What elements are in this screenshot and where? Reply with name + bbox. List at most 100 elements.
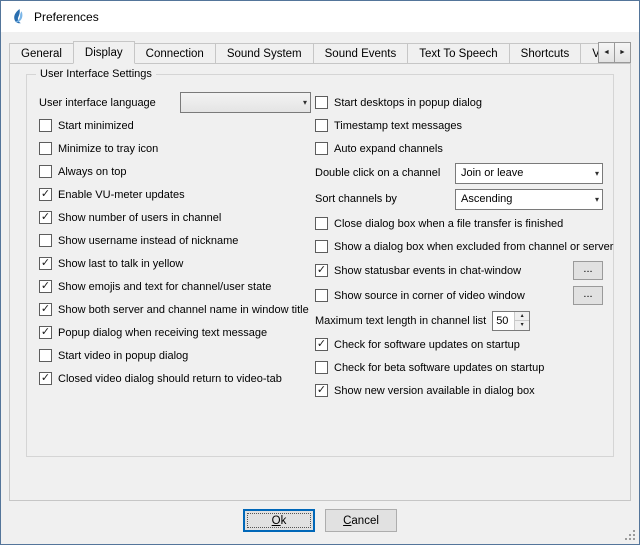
checkbox-row[interactable]: Auto expand channels: [315, 137, 603, 160]
checkbox-label[interactable]: Timestamp text messages: [334, 120, 462, 132]
chevron-down-icon: ▾: [297, 98, 307, 107]
checkbox-check-for-beta-updates[interactable]: [315, 361, 328, 374]
tab-connection[interactable]: Connection: [134, 43, 216, 63]
left-arrow-icon: ◄: [603, 49, 610, 56]
checkbox-show-source-in-corner-of-video-window[interactable]: [315, 289, 328, 302]
checkbox-row[interactable]: ✓ Check for software updates on startup: [315, 333, 603, 356]
max-text-length-label: Maximum text length in channel list: [315, 315, 486, 327]
max-text-length-row: Maximum text length in channel list 50 ▴…: [315, 308, 603, 333]
checkbox-minimize-to-tray-icon[interactable]: [39, 142, 52, 155]
checkbox-row[interactable]: Show source in corner of video window: [315, 289, 525, 302]
checkbox-row[interactable]: Start minimized: [39, 114, 311, 137]
checkbox-start-minimized[interactable]: [39, 119, 52, 132]
spinbox-value[interactable]: 50: [493, 312, 514, 330]
checkbox-row[interactable]: ✓ Show both server and channel name in w…: [39, 298, 311, 321]
checkbox-row[interactable]: Close dialog box when a file transfer is…: [315, 212, 603, 235]
video-source-more-button[interactable]: ...: [573, 286, 603, 305]
tab-scroll-right-button[interactable]: ►: [614, 42, 631, 63]
titlebar[interactable]: Preferences: [1, 1, 639, 32]
checkbox-show-statusbar-events-in-chat-window[interactable]: ✓: [315, 264, 328, 277]
tab-general[interactable]: General: [9, 43, 74, 63]
right-column: Start desktops in popup dialog Timestamp…: [315, 91, 603, 402]
checkbox-label[interactable]: Show number of users in channel: [58, 212, 221, 224]
checkbox-show-dialog-when-excluded[interactable]: [315, 240, 328, 253]
checkbox-row[interactable]: ✓ Show last to talk in yellow: [39, 252, 311, 275]
checkbox-show-emojis-and-text-for-state[interactable]: ✓: [39, 280, 52, 293]
tab-display[interactable]: Display: [73, 41, 135, 64]
checkbox-start-desktops-in-popup-dialog[interactable]: [315, 96, 328, 109]
checkbox-label[interactable]: Show last to talk in yellow: [58, 258, 183, 270]
checkbox-check-for-software-updates[interactable]: ✓: [315, 338, 328, 351]
tab-scroll-left-button[interactable]: ◄: [598, 42, 615, 63]
checkbox-label[interactable]: Show a dialog box when excluded from cha…: [334, 241, 613, 253]
checkbox-label[interactable]: Minimize to tray icon: [58, 143, 158, 155]
double-click-combobox[interactable]: Join or leave ▾: [455, 163, 603, 184]
tab-text-to-speech[interactable]: Text To Speech: [407, 43, 509, 63]
tab-bar: General Display Connection Sound System …: [9, 41, 631, 64]
tab-sound-system[interactable]: Sound System: [215, 43, 314, 63]
checkbox-row[interactable]: ✓ Show number of users in channel: [39, 206, 311, 229]
language-combobox[interactable]: ▾: [180, 92, 311, 113]
checkbox-show-number-of-users-in-channel[interactable]: ✓: [39, 211, 52, 224]
tab-sound-events[interactable]: Sound Events: [313, 43, 409, 63]
checkbox-label[interactable]: Start desktops in popup dialog: [334, 97, 482, 109]
checkbox-show-server-and-channel-in-title[interactable]: ✓: [39, 303, 52, 316]
checkbox-label[interactable]: Auto expand channels: [334, 143, 443, 155]
checkbox-row[interactable]: Timestamp text messages: [315, 114, 603, 137]
chevron-down-icon: ▾: [589, 169, 599, 178]
preferences-dialog: Preferences General Display Connection S…: [0, 0, 640, 545]
checkbox-show-last-to-talk-in-yellow[interactable]: ✓: [39, 257, 52, 270]
checkbox-label[interactable]: Start minimized: [58, 120, 134, 132]
checkbox-start-video-in-popup-dialog[interactable]: [39, 349, 52, 362]
checkbox-label[interactable]: Popup dialog when receiving text message: [58, 327, 267, 339]
checkbox-label[interactable]: Enable VU-meter updates: [58, 189, 185, 201]
spin-up-button[interactable]: ▴: [515, 312, 529, 321]
checkbox-auto-expand-channels[interactable]: [315, 142, 328, 155]
checkbox-row[interactable]: ✓ Show statusbar events in chat-window: [315, 264, 521, 277]
checkbox-label[interactable]: Check for beta software updates on start…: [334, 362, 544, 374]
checkbox-row[interactable]: Always on top: [39, 160, 311, 183]
checkbox-show-username-instead-of-nickname[interactable]: [39, 234, 52, 247]
ok-button[interactable]: Ok: [243, 509, 315, 532]
checkbox-always-on-top[interactable]: [39, 165, 52, 178]
checkbox-row[interactable]: Show a dialog box when excluded from cha…: [315, 235, 603, 258]
checkbox-enable-vu-meter-updates[interactable]: ✓: [39, 188, 52, 201]
max-text-length-spinbox[interactable]: 50 ▴ ▾: [492, 311, 530, 331]
resize-grip[interactable]: [624, 529, 636, 541]
checkbox-closed-video-return-to-video-tab[interactable]: ✓: [39, 372, 52, 385]
checkbox-label[interactable]: Always on top: [58, 166, 126, 178]
checkbox-label[interactable]: Show emojis and text for channel/user st…: [58, 281, 271, 293]
checkbox-row[interactable]: ✓ Popup dialog when receiving text messa…: [39, 321, 311, 344]
spinbox-buttons: ▴ ▾: [514, 312, 529, 330]
checkbox-timestamp-text-messages[interactable]: [315, 119, 328, 132]
tab-shortcuts[interactable]: Shortcuts: [509, 43, 582, 63]
cancel-button[interactable]: Cancel: [325, 509, 397, 532]
checkbox-row[interactable]: Start desktops in popup dialog: [315, 91, 603, 114]
checkbox-label[interactable]: Closed video dialog should return to vid…: [58, 373, 282, 385]
spin-down-button[interactable]: ▾: [515, 320, 529, 330]
group-title: User Interface Settings: [36, 68, 156, 80]
checkbox-label[interactable]: Check for software updates on startup: [334, 339, 520, 351]
checkbox-row[interactable]: Check for beta software updates on start…: [315, 356, 603, 379]
checkbox-label[interactable]: Show statusbar events in chat-window: [334, 265, 521, 277]
checkbox-close-dialog-when-file-transfer-finished[interactable]: [315, 217, 328, 230]
checkbox-show-new-version-in-dialog-box[interactable]: ✓: [315, 384, 328, 397]
checkbox-row[interactable]: ✓ Closed video dialog should return to v…: [39, 367, 311, 390]
double-click-label: Double click on a channel: [315, 167, 440, 179]
checkbox-label[interactable]: Show both server and channel name in win…: [58, 304, 309, 316]
checkbox-row[interactable]: ✓ Show emojis and text for channel/user …: [39, 275, 311, 298]
checkbox-popup-dialog-on-text-message[interactable]: ✓: [39, 326, 52, 339]
checkbox-row[interactable]: Show username instead of nickname: [39, 229, 311, 252]
checkbox-row[interactable]: Start video in popup dialog: [39, 344, 311, 367]
checkbox-label[interactable]: Close dialog box when a file transfer is…: [334, 218, 563, 230]
sort-channels-combobox[interactable]: Ascending ▾: [455, 189, 603, 210]
checkbox-label[interactable]: Show source in corner of video window: [334, 290, 525, 302]
checkbox-row[interactable]: ✓ Show new version available in dialog b…: [315, 379, 603, 402]
checkbox-label[interactable]: Show new version available in dialog box: [334, 385, 535, 397]
checkbox-label[interactable]: Start video in popup dialog: [58, 350, 188, 362]
checkbox-row[interactable]: ✓ Enable VU-meter updates: [39, 183, 311, 206]
checkbox-row[interactable]: Minimize to tray icon: [39, 137, 311, 160]
checkbox-label[interactable]: Show username instead of nickname: [58, 235, 238, 247]
statusbar-events-more-button[interactable]: ...: [573, 261, 603, 280]
chevron-down-icon: ▾: [589, 195, 599, 204]
